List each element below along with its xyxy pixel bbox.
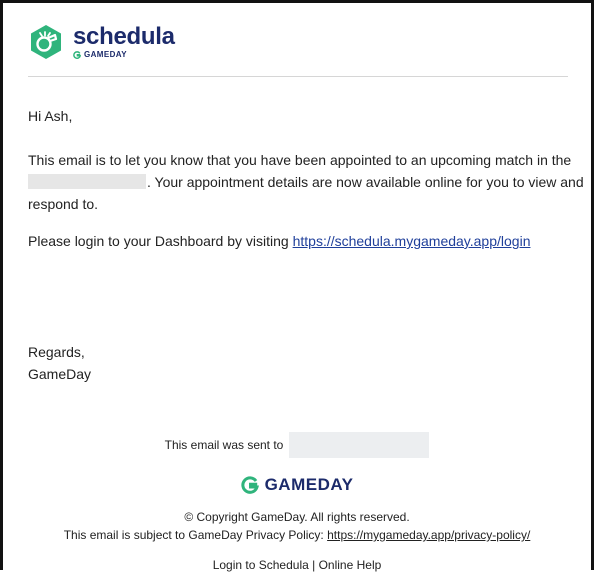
redacted-email-address — [289, 432, 430, 458]
paragraph-text-1: This email is to let you know that you h… — [28, 152, 572, 168]
regards-text: Regards, — [28, 344, 85, 360]
privacy-line: This email is subject to GameDay Privacy… — [0, 528, 594, 542]
schedula-whistle-icon — [31, 25, 61, 59]
login-text: Please login to your Dashboard by visiti… — [28, 233, 293, 249]
sent-to-label: This email was sent to — [164, 438, 284, 452]
gameday-logo-text: GAMEDAY — [264, 475, 354, 494]
header-divider — [28, 76, 568, 77]
redacted-competition — [28, 174, 146, 189]
gameday-footer-logo: GAMEDAY — [0, 475, 594, 495]
schedula-header: schedula GAMEDAY — [28, 22, 175, 62]
brand-sub-label: GAMEDAY — [84, 50, 127, 59]
privacy-text: This email is subject to GameDay Privacy… — [63, 528, 328, 542]
login-instruction: Please login to your Dashboard by visiti… — [28, 233, 588, 249]
gameday-g-icon — [241, 476, 259, 494]
dashboard-login-link[interactable]: https://schedula.mygameday.app/login — [293, 233, 531, 249]
appointment-paragraph: This email is to let you know that you h… — [28, 149, 588, 215]
gameday-g-icon — [73, 51, 81, 59]
copyright-text: © Copyright GameDay. All rights reserved… — [184, 510, 410, 524]
brand-name: schedula — [73, 23, 175, 50]
privacy-policy-link[interactable]: https://mygameday.app/privacy-policy/ — [327, 528, 530, 542]
sent-to-line: This email was sent to — [0, 432, 594, 458]
greeting: Hi Ash, — [28, 108, 73, 124]
sign-off: Regards, GameDay — [28, 341, 588, 385]
signature-text: GameDay — [28, 366, 92, 382]
